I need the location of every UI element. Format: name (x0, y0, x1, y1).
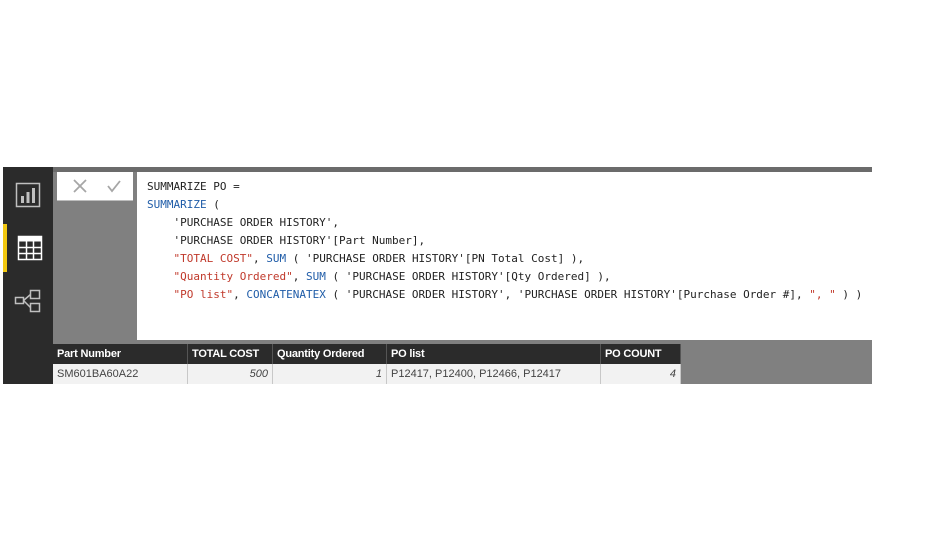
column-header-total-cost[interactable]: TOTAL COST (187, 344, 273, 364)
dax-text (147, 252, 174, 265)
dax-text: ) ) (835, 288, 863, 301)
formula-actions (57, 172, 133, 201)
dax-string: ", " (809, 288, 836, 301)
dax-text: ( (206, 198, 220, 211)
dax-function: CONCATENATEX (246, 288, 326, 301)
cell-po-list[interactable]: P12417, P12400, P12466, P12417 (386, 364, 601, 384)
formula-bar[interactable]: SUMMARIZE PO = SUMMARIZE ( 'PURCHASE ORD… (137, 172, 872, 340)
formula-line: "Quantity Ordered", SUM ( 'PURCHASE ORDE… (147, 270, 611, 283)
formula-line: SUMMARIZE ( (147, 198, 220, 211)
dax-text: 'PURCHASE ORDER HISTORY'[Part Number], (147, 234, 426, 247)
cancel-button[interactable] (67, 174, 93, 198)
cell-total-cost[interactable]: 500 (187, 364, 273, 384)
dax-text (147, 288, 174, 301)
dax-text: SUMMARIZE PO = (147, 180, 240, 193)
dax-function: SUM (305, 270, 326, 283)
dax-text: , (292, 270, 306, 283)
dax-text: ( 'PURCHASE ORDER HISTORY'[PN Total Cost… (286, 252, 585, 265)
relationships-view-icon (14, 289, 41, 313)
formula-line: 'PURCHASE ORDER HISTORY'[Part Number], (147, 234, 425, 247)
dax-formula[interactable]: SUMMARIZE PO = SUMMARIZE ( 'PURCHASE ORD… (147, 178, 862, 304)
formula-line: "PO list", CONCATENATEX ( 'PURCHASE ORDE… (147, 288, 863, 301)
dax-text (147, 270, 174, 283)
dax-text: , (233, 288, 247, 301)
dax-string: "PO list" (173, 288, 234, 301)
table-row[interactable]: SM601BA60A22 500 1 P12417, P12400, P1246… (53, 364, 681, 384)
column-header-po-count[interactable]: PO COUNT (600, 344, 681, 364)
formula-line: SUMMARIZE PO = (147, 180, 240, 193)
commit-button[interactable] (101, 174, 127, 198)
dax-string: "Quantity Ordered" (173, 270, 293, 283)
dax-string: "TOTAL COST" (173, 252, 253, 265)
view-sidebar (3, 167, 53, 384)
data-view-icon (17, 235, 43, 261)
dax-text: ( 'PURCHASE ORDER HISTORY', 'PURCHASE OR… (325, 288, 810, 301)
dax-text: , (252, 252, 267, 265)
dax-function: SUM (266, 252, 287, 265)
report-view-icon (15, 182, 41, 208)
table-header-row: Part Number TOTAL COST Quantity Ordered … (53, 344, 681, 364)
cell-quantity-ordered[interactable]: 1 (272, 364, 387, 384)
column-header-quantity-ordered[interactable]: Quantity Ordered (272, 344, 387, 364)
relationships-view-button[interactable] (3, 277, 53, 325)
column-header-part-number[interactable]: Part Number (53, 344, 188, 364)
formula-line: 'PURCHASE ORDER HISTORY', (147, 216, 339, 229)
dax-text: ( 'PURCHASE ORDER HISTORY'[Qty Ordered] … (325, 270, 611, 283)
cell-part-number[interactable]: SM601BA60A22 (53, 364, 188, 384)
power-bi-window: SUMMARIZE PO = SUMMARIZE ( 'PURCHASE ORD… (3, 167, 872, 384)
close-icon (73, 179, 87, 193)
formula-line: "TOTAL COST", SUM ( 'PURCHASE ORDER HIST… (147, 252, 585, 265)
dax-text: 'PURCHASE ORDER HISTORY', (147, 216, 340, 229)
cell-po-count[interactable]: 4 (600, 364, 681, 384)
report-view-button[interactable] (3, 171, 53, 219)
column-header-po-list[interactable]: PO list (386, 344, 601, 364)
data-table: Part Number TOTAL COST Quantity Ordered … (53, 344, 681, 384)
checkmark-icon (107, 180, 121, 193)
data-view-button[interactable] (3, 224, 53, 272)
dax-function: SUMMARIZE (147, 198, 207, 211)
